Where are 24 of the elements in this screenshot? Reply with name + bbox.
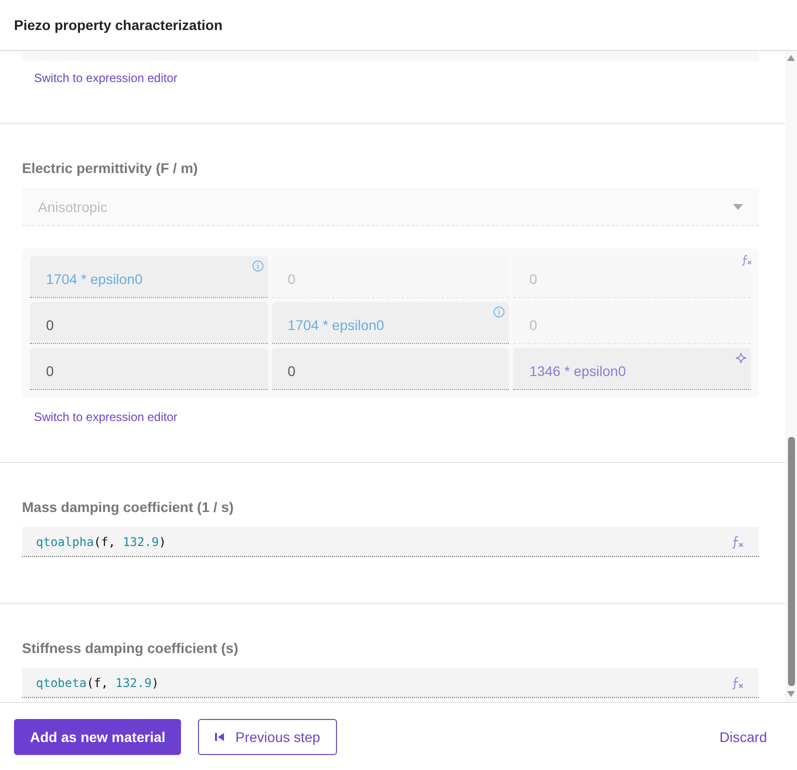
caret-icon [733,204,743,210]
expression-field[interactable]: qtobeta(f, 132.9) [22,668,759,698]
info-icon[interactable] [252,260,264,272]
expression-editor-link[interactable]: Switch to expression editor [34,71,178,85]
function-icon[interactable] [741,254,753,266]
function-icon[interactable] [731,534,745,548]
skip-back-icon [215,732,226,742]
field-label: Electric permittivity (F / m) [22,160,199,176]
discard-button[interactable]: Discard [704,720,783,752]
matrix-cell[interactable]: 0 [272,348,510,390]
sparkle-icon[interactable] [735,352,747,364]
previous-step-button[interactable]: Previous step [198,718,338,754]
scrollbar[interactable] [785,51,797,702]
matrix-cell[interactable]: 0 [30,302,268,344]
field-label: Mass damping coefficient (1 / s) [22,499,235,515]
add-material-button[interactable]: Add as new material [14,718,182,754]
field-label: Stiffness damping coefficient (s) [22,640,240,656]
expression-field[interactable] [22,51,759,61]
expression-editor-link[interactable]: Switch to expression editor [34,410,178,424]
matrix-cell[interactable]: 0 [30,348,268,390]
dialog-title: Piezo property characterization [14,17,223,33]
info-icon[interactable] [493,306,506,318]
expression-field[interactable]: qtoalpha(f, 132.9) [22,527,759,557]
function-icon[interactable] [731,676,745,690]
